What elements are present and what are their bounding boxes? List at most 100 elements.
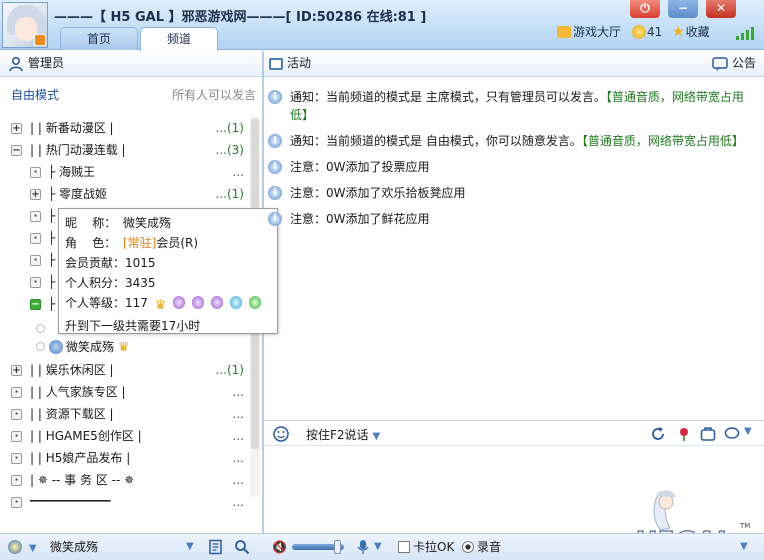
minimize-button[interactable]: − [668, 0, 698, 18]
emoji-icon[interactable] [272, 425, 294, 443]
mode-hint: 所有人可以发言 [171, 88, 256, 102]
chevron-down-icon[interactable]: ▼ [374, 534, 382, 560]
tree-row[interactable]: · ├ 海贼王... [0, 161, 250, 183]
expand-icon[interactable]: + [11, 365, 22, 376]
collapse-icon[interactable]: − [11, 145, 22, 156]
info-icon: ! [268, 90, 282, 104]
lock-icon[interactable]: · [11, 497, 22, 508]
tooltip-level: 个人等级：117 ♛ [65, 293, 271, 316]
flower-icon[interactable] [676, 426, 692, 442]
record-radio[interactable] [462, 541, 474, 553]
karaoke-toggle[interactable]: 卡拉OK [398, 534, 454, 560]
power-button[interactable]: ⏻ [630, 0, 660, 18]
tree-row[interactable]: · | | H5娘产品发布 |... [0, 447, 250, 469]
tree-row[interactable]: + ├ 零度战姬 ...(1) [0, 183, 250, 205]
window-title: ———【 H5 GAL 】邪恶游戏网———[ ID:50286 在线:81 ] [54, 10, 427, 25]
microphone-icon[interactable] [356, 539, 370, 555]
chevron-down-icon[interactable]: ▼ [744, 426, 752, 437]
crown-icon: ♛ [154, 298, 167, 313]
user-dot-icon [36, 324, 45, 333]
user-entry[interactable]: 微笑成殇 ♛ [36, 338, 130, 357]
admin-header-title: 管理员 [28, 56, 65, 70]
user-icon [9, 56, 23, 72]
tab-home[interactable]: 首页 [60, 27, 138, 50]
tooltip-nick: 昵 称： 微笑成殇 [65, 216, 172, 230]
tree-row[interactable]: · | ✵ -- 事 务 区 -- ✵... [0, 469, 250, 491]
chat-icon[interactable] [724, 426, 740, 442]
node-icon[interactable]: · [11, 431, 22, 442]
message-item: i 注意：0W添加了投票应用 [268, 158, 758, 176]
status-badge-icon[interactable] [34, 34, 46, 46]
user-entry[interactable] [36, 320, 45, 338]
node-icon[interactable]: · [11, 387, 22, 398]
coin-count[interactable]: 41 [632, 24, 662, 40]
tree-row[interactable]: · | | 人气家族专区 |... [0, 381, 250, 403]
notice-button[interactable]: 公告 [732, 51, 756, 76]
tree-row[interactable]: + | | 娱乐休闲区 | ...(1) [0, 359, 250, 381]
expand-icon[interactable]: + [30, 189, 41, 200]
info-icon: ! [268, 134, 282, 148]
info-icon: i [268, 186, 282, 200]
tree-row[interactable]: · ━━━━━━━━━━━━━━━━━━... [0, 491, 250, 513]
chevron-down-icon[interactable]: ▼ [740, 534, 748, 560]
lock-icon[interactable]: · [11, 453, 22, 464]
node-icon[interactable]: · [30, 255, 41, 266]
title-bar: ———【 H5 GAL 】邪恶游戏网———[ ID:50286 在线:81 ] … [0, 0, 764, 51]
medal-icon [192, 296, 205, 309]
activity-header: 活动 公告 [264, 51, 764, 77]
node-icon[interactable]: · [30, 233, 41, 244]
toolbox-icon[interactable] [700, 426, 716, 442]
node-icon[interactable]: · [30, 211, 41, 222]
user-dot-icon [36, 342, 45, 351]
medal-icon [210, 296, 223, 309]
tooltip-next-level: 升到下一级共需要17小时 [65, 319, 201, 333]
close-button[interactable]: ✕ [706, 0, 736, 18]
crown-icon: ♛ [117, 340, 130, 355]
karaoke-checkbox[interactable] [398, 541, 410, 553]
info-icon: i [268, 212, 282, 226]
chevron-down-icon: ▼ [372, 431, 381, 442]
message-item: ! 通知：当前频道的模式是 自由模式，你可以随意发言。【普通音质，网络带宽占用低】 [268, 132, 758, 150]
favorites-link[interactable]: ★收藏 [672, 24, 710, 40]
tree-row[interactable]: − | | 热门动漫连载 | ...(3) [0, 139, 250, 161]
volume-slider[interactable] [292, 540, 344, 554]
lock-icon[interactable]: · [11, 475, 22, 486]
mode-bar: 自由模式 所有人可以发言 [0, 84, 262, 106]
signal-strength-icon [732, 26, 760, 40]
chevron-down-icon: ▼ [28, 543, 37, 554]
message-item: i 注意：0W添加了鲜花应用 [268, 210, 758, 228]
history-icon[interactable] [208, 539, 224, 555]
level-medals: ♛ [152, 296, 261, 313]
user-tooltip: 昵 称： 微笑成殇 角 色： [常驻]会员(R) 会员贡献：1015 个人积分：34… [58, 208, 278, 334]
expand-icon[interactable]: + [11, 123, 22, 134]
tree-row[interactable]: + | | 新番动漫区 | ...(1) [0, 117, 250, 139]
collapse-icon[interactable]: − [30, 299, 41, 310]
node-icon[interactable]: · [30, 167, 41, 178]
medal-icon [173, 296, 186, 309]
tab-channel[interactable]: 频道 [140, 27, 218, 51]
diamond-icon [229, 296, 242, 309]
user-avatar-icon [49, 340, 63, 354]
speaker-mute-icon[interactable]: 🔇 [272, 534, 287, 560]
bottom-bar: ▼ 微笑成殇 ▼ 🔇 ▼ 卡拉OK 录音 ▼ [0, 533, 764, 560]
notice-icon[interactable] [712, 56, 728, 72]
message-item: i 注意：0W添加了欢乐拾板凳应用 [268, 184, 758, 202]
search-icon[interactable] [234, 539, 250, 555]
avatar[interactable] [2, 2, 48, 48]
message-item: ! 通知：当前频道的模式是 主席模式，只有管理员可以发言。【普通音质，网络带宽占用… [268, 88, 758, 124]
node-icon[interactable]: · [11, 409, 22, 420]
tree-row[interactable]: · | | HGAME5创作区 |... [0, 425, 250, 447]
chevron-down-icon[interactable]: ▼ [186, 534, 194, 560]
record-toggle[interactable]: 录音 [462, 534, 501, 560]
coin-icon [632, 25, 646, 39]
game-hall-link[interactable]: 游戏大厅 [557, 24, 621, 40]
tree-row[interactable]: · | | 资源下载区 |... [0, 403, 250, 425]
volume-slider-knob[interactable] [334, 540, 341, 554]
user-menu[interactable]: ▼ [8, 534, 43, 560]
push-to-talk-button[interactable]: 按住F2说话 ▼ [306, 426, 380, 443]
current-user-name: 微笑成殇 [50, 540, 99, 554]
node-icon[interactable]: · [30, 277, 41, 288]
info-icon: i [268, 160, 282, 174]
refresh-icon[interactable] [650, 426, 666, 442]
tooltip-role: 角 色： [常驻]会员(R) [65, 236, 199, 250]
